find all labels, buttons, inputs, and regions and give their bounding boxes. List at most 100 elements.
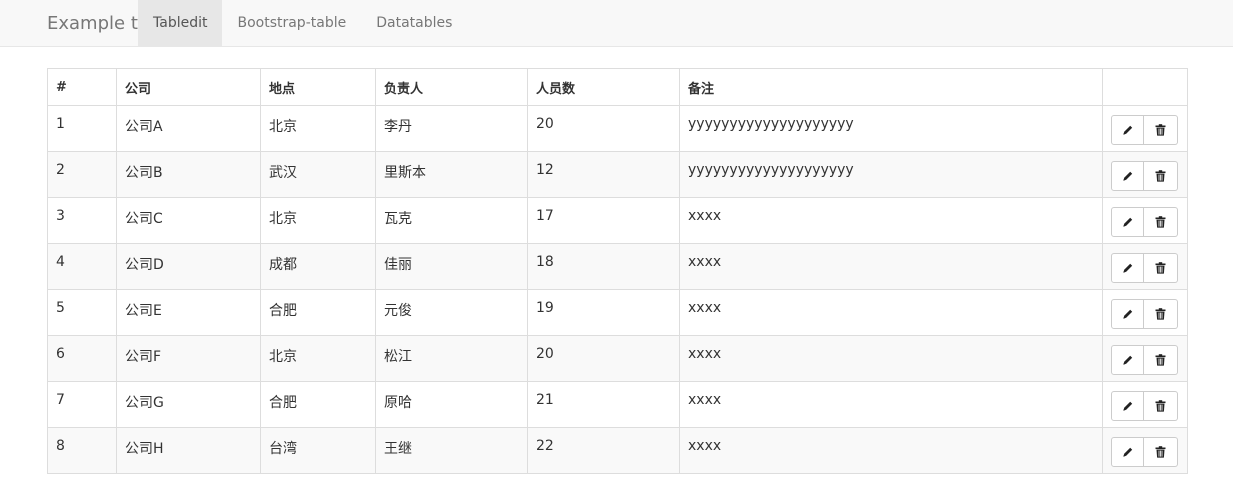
column-header-actions	[1102, 68, 1188, 106]
brand-title[interactable]: Example table	[0, 0, 176, 46]
cell-company[interactable]: 公司E	[116, 289, 261, 336]
cell-company[interactable]: 公司A	[116, 105, 261, 152]
cell-remarks[interactable]: xxxx	[679, 381, 1103, 428]
tab-datatables[interactable]: Datatables	[361, 0, 467, 46]
cell-remarks[interactable]: yyyyyyyyyyyyyyyyyyyy	[679, 151, 1103, 198]
delete-button[interactable]	[1144, 437, 1178, 467]
table-row[interactable]: 2 公司B 武汉 里斯本 12 yyyyyyyyyyyyyyyyyyyy	[47, 151, 1188, 198]
table-row[interactable]: 7 公司G 合肥 原哈 21 xxxx	[47, 381, 1188, 428]
cell-index[interactable]: 3	[47, 197, 117, 244]
cell-remarks[interactable]: xxxx	[679, 427, 1103, 474]
cell-remarks[interactable]: xxxx	[679, 243, 1103, 290]
cell-company[interactable]: 公司H	[116, 427, 261, 474]
edit-button[interactable]	[1111, 391, 1144, 421]
cell-owner[interactable]: 元俊	[375, 289, 528, 336]
row-action-group	[1111, 207, 1178, 237]
delete-button[interactable]	[1144, 207, 1178, 237]
column-header-remarks: 备注	[679, 68, 1103, 106]
cell-location[interactable]: 北京	[260, 105, 376, 152]
table-row[interactable]: 5 公司E 合肥 元俊 19 xxxx	[47, 289, 1188, 336]
column-header-index: #	[47, 68, 117, 106]
row-action-group	[1111, 299, 1178, 329]
delete-button[interactable]	[1144, 299, 1178, 329]
cell-location[interactable]: 武汉	[260, 151, 376, 198]
cell-owner[interactable]: 瓦克	[375, 197, 528, 244]
edit-button[interactable]	[1111, 115, 1144, 145]
delete-button[interactable]	[1144, 253, 1178, 283]
cell-remarks[interactable]: yyyyyyyyyyyyyyyyyyyy	[679, 105, 1103, 152]
cell-owner[interactable]: 里斯本	[375, 151, 528, 198]
cell-remarks[interactable]: xxxx	[679, 335, 1103, 382]
row-action-group	[1111, 391, 1178, 421]
cell-headcount[interactable]: 19	[527, 289, 680, 336]
cell-company[interactable]: 公司C	[116, 197, 261, 244]
pencil-icon	[1122, 446, 1134, 458]
pencil-icon	[1122, 124, 1134, 136]
cell-index[interactable]: 4	[47, 243, 117, 290]
cell-index[interactable]: 2	[47, 151, 117, 198]
cell-company[interactable]: 公司D	[116, 243, 261, 290]
cell-owner[interactable]: 松江	[375, 335, 528, 382]
table-row[interactable]: 4 公司D 成都 佳丽 18 xxxx	[47, 243, 1188, 290]
delete-button[interactable]	[1144, 161, 1178, 191]
cell-headcount[interactable]: 17	[527, 197, 680, 244]
cell-location[interactable]: 台湾	[260, 427, 376, 474]
cell-company[interactable]: 公司F	[116, 335, 261, 382]
pencil-icon	[1122, 354, 1134, 366]
trash-icon	[1155, 354, 1166, 366]
cell-headcount[interactable]: 22	[527, 427, 680, 474]
table-row[interactable]: 3 公司C 北京 瓦克 17 xxxx	[47, 197, 1188, 244]
cell-index[interactable]: 8	[47, 427, 117, 474]
table-row[interactable]: 1 公司A 北京 李丹 20 yyyyyyyyyyyyyyyyyyyy	[47, 105, 1188, 152]
edit-button[interactable]	[1111, 253, 1144, 283]
pencil-icon	[1122, 262, 1134, 274]
cell-index[interactable]: 1	[47, 105, 117, 152]
editable-table: # 公司 地点 负责人 人员数 备注 1 公司A 北京 李丹 20 yyyyyyyyyyy…	[47, 68, 1188, 474]
tab-tabledit[interactable]: Tabledit	[138, 0, 223, 46]
edit-button[interactable]	[1111, 299, 1144, 329]
cell-actions	[1102, 243, 1188, 290]
tab-bootstrap-table[interactable]: Bootstrap-table	[222, 0, 361, 46]
cell-index[interactable]: 6	[47, 335, 117, 382]
cell-location[interactable]: 合肥	[260, 289, 376, 336]
column-header-company: 公司	[116, 68, 261, 106]
edit-button[interactable]	[1111, 161, 1144, 191]
cell-owner[interactable]: 佳丽	[375, 243, 528, 290]
cell-location[interactable]: 北京	[260, 335, 376, 382]
edit-button[interactable]	[1111, 207, 1144, 237]
table-header-row: # 公司 地点 负责人 人员数 备注	[47, 68, 1188, 106]
cell-owner[interactable]: 王继	[375, 427, 528, 474]
cell-remarks[interactable]: xxxx	[679, 289, 1103, 336]
delete-button[interactable]	[1144, 391, 1178, 421]
delete-button[interactable]	[1144, 345, 1178, 375]
pencil-icon	[1122, 216, 1134, 228]
nav-tabs: Tabledit Bootstrap-table Datatables	[138, 0, 467, 46]
trash-icon	[1155, 446, 1166, 458]
cell-actions	[1102, 427, 1188, 474]
column-header-owner: 负责人	[375, 68, 528, 106]
edit-button[interactable]	[1111, 437, 1144, 467]
cell-location[interactable]: 合肥	[260, 381, 376, 428]
cell-headcount[interactable]: 12	[527, 151, 680, 198]
cell-headcount[interactable]: 20	[527, 335, 680, 382]
delete-button[interactable]	[1144, 115, 1178, 145]
table-row[interactable]: 6 公司F 北京 松江 20 xxxx	[47, 335, 1188, 382]
cell-headcount[interactable]: 20	[527, 105, 680, 152]
cell-location[interactable]: 成都	[260, 243, 376, 290]
cell-owner[interactable]: 李丹	[375, 105, 528, 152]
cell-company[interactable]: 公司B	[116, 151, 261, 198]
edit-button[interactable]	[1111, 345, 1144, 375]
row-action-group	[1111, 253, 1178, 283]
table-row[interactable]: 8 公司H 台湾 王继 22 xxxx	[47, 427, 1188, 474]
cell-remarks[interactable]: xxxx	[679, 197, 1103, 244]
cell-company[interactable]: 公司G	[116, 381, 261, 428]
column-header-location: 地点	[260, 68, 376, 106]
cell-headcount[interactable]: 21	[527, 381, 680, 428]
pencil-icon	[1122, 308, 1134, 320]
cell-location[interactable]: 北京	[260, 197, 376, 244]
cell-headcount[interactable]: 18	[527, 243, 680, 290]
cell-index[interactable]: 5	[47, 289, 117, 336]
cell-index[interactable]: 7	[47, 381, 117, 428]
cell-owner[interactable]: 原哈	[375, 381, 528, 428]
column-header-headcount: 人员数	[527, 68, 680, 106]
